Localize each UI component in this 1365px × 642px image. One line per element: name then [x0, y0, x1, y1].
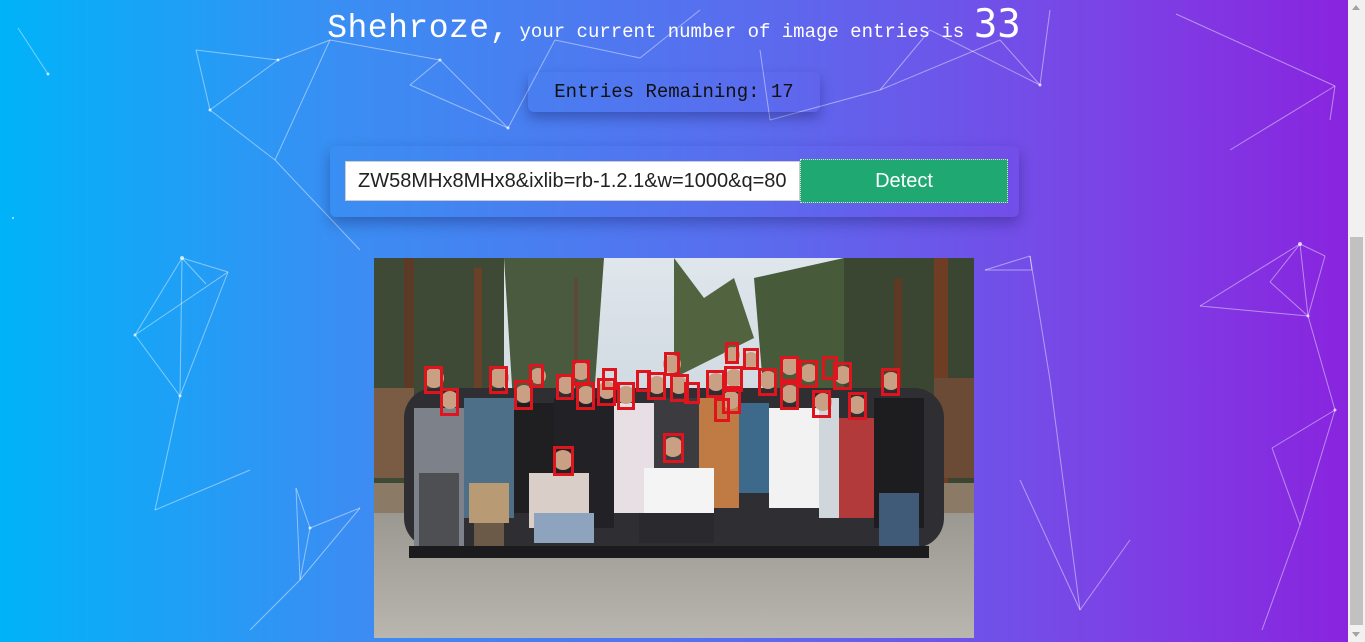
image-url-input[interactable]	[345, 161, 800, 201]
face-bounding-box	[553, 446, 574, 476]
scroll-down-arrow-icon[interactable]	[1352, 632, 1360, 637]
detected-image-container	[374, 258, 974, 638]
face-bounding-box	[714, 398, 730, 422]
face-bounding-box	[780, 382, 799, 410]
detect-button[interactable]: Detect	[800, 159, 1008, 203]
face-bounding-box	[489, 366, 508, 394]
face-bounding-box	[725, 342, 739, 364]
face-bounding-box	[636, 370, 651, 392]
image-url-form: Detect	[330, 146, 1019, 217]
face-bounding-box	[822, 356, 838, 380]
face-bounding-box	[617, 382, 635, 410]
face-bounding-box	[780, 356, 799, 382]
face-bounding-box	[881, 368, 900, 396]
entries-remaining-text: Entries Remaining: 17	[554, 81, 794, 103]
entries-remaining-badge: Entries Remaining: 17	[528, 72, 820, 112]
greeting-line: Shehroze, your current number of image e…	[0, 2, 1348, 47]
scroll-thumb[interactable]	[1350, 237, 1363, 625]
face-bounding-box	[684, 382, 700, 404]
face-bounding-box	[812, 390, 831, 418]
greeting-text: your current number of image entries is	[519, 21, 965, 43]
face-bounding-box	[663, 433, 684, 463]
face-bounding-box	[848, 392, 867, 420]
scroll-up-arrow-icon[interactable]	[1352, 5, 1360, 10]
vertical-scrollbar[interactable]	[1348, 0, 1365, 642]
entries-count: 33	[973, 2, 1021, 47]
face-bounding-box	[743, 348, 759, 370]
user-name: Shehroze,	[327, 10, 510, 47]
face-bounding-box	[576, 382, 595, 410]
face-bounding-box	[514, 380, 533, 410]
face-bounding-box	[664, 352, 680, 376]
face-bounding-box	[602, 368, 617, 390]
face-bounding-box	[556, 374, 574, 400]
face-bounding-box	[758, 368, 777, 396]
face-bounding-box	[440, 388, 459, 416]
face-bounding-box	[799, 360, 818, 388]
